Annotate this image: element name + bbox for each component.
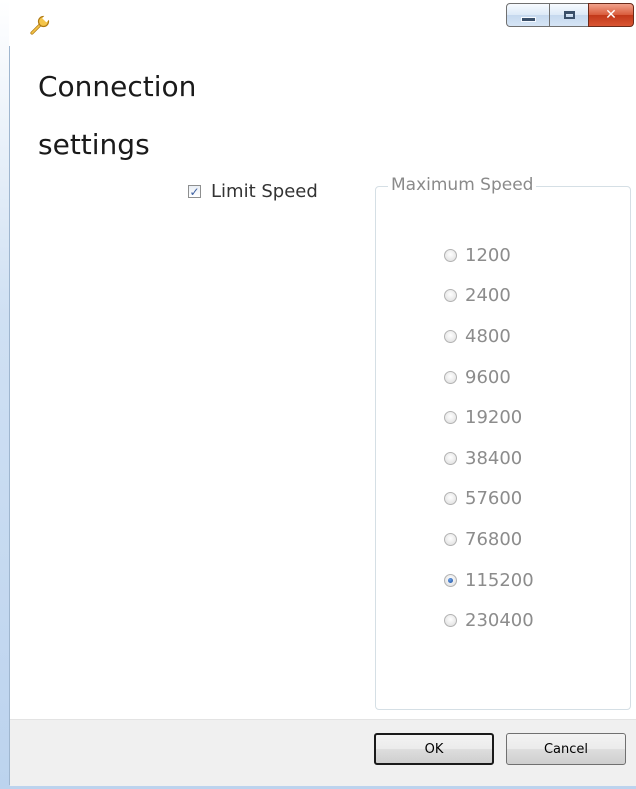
speed-option-9600[interactable]: 9600 [444,357,534,398]
maximize-button[interactable] [549,3,589,27]
speed-option-19200[interactable]: 19200 [444,397,534,438]
radio-button[interactable] [444,289,457,303]
page-title-line2: settings [38,128,150,161]
radio-button[interactable] [444,451,457,465]
connection-settings-window: ✕ Connection settings ✓ Limit Speed Maxi… [0,0,636,789]
speed-option-label: 9600 [465,366,511,388]
radio-button[interactable] [444,248,457,262]
maximum-speed-legend: Maximum Speed [388,175,537,195]
speed-option-115200[interactable]: 115200 [444,560,534,601]
minimize-icon [520,16,536,22]
minimize-button[interactable] [506,3,550,27]
speed-option-38400[interactable]: 38400 [444,438,534,479]
title-bar[interactable]: ✕ [9,0,636,46]
speed-option-label: 76800 [465,528,523,550]
window-frame-left [0,0,10,789]
speed-option-label: 115200 [465,569,534,591]
radio-button[interactable] [444,370,457,384]
speed-option-label: 230400 [465,610,534,632]
speed-option-label: 38400 [465,447,523,469]
speed-option-label: 1200 [465,244,511,266]
limit-speed-label: Limit Speed [211,181,318,202]
speed-option-76800[interactable]: 76800 [444,519,534,560]
close-icon: ✕ [605,7,617,23]
radio-button[interactable] [444,411,457,425]
speed-option-1200[interactable]: 1200 [444,235,534,276]
speed-option-4800[interactable]: 4800 [444,316,534,357]
page-title-line1: Connection [38,70,197,103]
radio-button[interactable] [444,532,457,546]
speed-option-label: 2400 [465,285,511,307]
speed-option-label: 57600 [465,488,523,510]
speed-option-label: 4800 [465,325,511,347]
radio-button[interactable] [444,492,457,506]
maximize-icon [563,11,575,19]
dialog-footer: OK Cancel [10,719,636,786]
radio-button[interactable] [444,329,457,343]
speed-option-230400[interactable]: 230400 [444,600,534,641]
limit-speed-checkbox-box[interactable]: ✓ [188,185,201,198]
ok-button[interactable]: OK [374,733,494,765]
cancel-button[interactable]: Cancel [506,733,626,765]
limit-speed-checkbox[interactable]: ✓ Limit Speed [188,181,318,202]
radio-button-selected[interactable] [444,573,457,587]
speed-option-2400[interactable]: 2400 [444,276,534,317]
speed-radio-list: 1200 2400 4800 9600 19200 38400 57600 76… [444,235,534,641]
page-title: Connection settings [38,58,338,174]
speed-option-57600[interactable]: 57600 [444,479,534,520]
maximum-speed-group: Maximum Speed 1200 2400 4800 9600 19200 [375,175,631,710]
checkmark-icon: ✓ [189,184,200,199]
radio-button[interactable] [444,614,457,628]
speed-option-label: 19200 [465,407,523,429]
wrench-icon [30,14,50,35]
caption-buttons: ✕ [506,3,634,29]
close-button[interactable]: ✕ [588,3,634,27]
